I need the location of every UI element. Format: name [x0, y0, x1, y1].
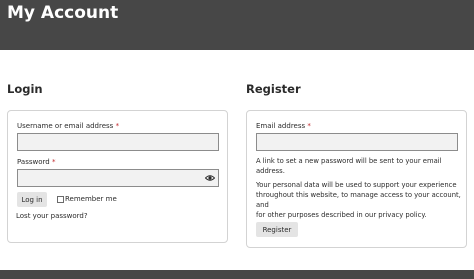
email-input[interactable] [256, 133, 458, 151]
privacy-line: throughout this website, to manage acces… [256, 191, 461, 209]
login-button[interactable]: Log in [17, 192, 47, 207]
privacy-line: for other purposes described in our priv… [256, 211, 427, 219]
register-heading: Register [246, 82, 301, 96]
login-form: Username or email address * Password * L… [7, 110, 228, 243]
register-form: Email address * A link to set a new pass… [246, 110, 467, 248]
privacy-line: Your personal data will be used to suppo… [256, 181, 457, 189]
site-header: My Account [0, 0, 474, 50]
email-label: Email address * [256, 122, 311, 130]
page-title: My Account [7, 3, 119, 23]
login-heading: Login [7, 82, 43, 96]
username-input[interactable] [17, 133, 219, 151]
remember-me-label[interactable]: Remember me [65, 195, 117, 203]
remember-me-checkbox[interactable] [57, 196, 64, 203]
password-input[interactable] [17, 169, 219, 187]
password-note: A link to set a new password will be sen… [256, 157, 442, 175]
password-label: Password * [17, 158, 56, 166]
required-marker: * [51, 158, 56, 166]
privacy-text: Your personal data will be used to suppo… [256, 180, 466, 220]
username-label: Username or email address * [17, 122, 120, 130]
eye-icon[interactable] [205, 174, 215, 182]
required-marker: * [307, 122, 311, 130]
register-button[interactable]: Register [256, 222, 298, 237]
lost-password-link[interactable]: Lost your password? [16, 212, 88, 220]
footer-bar [0, 270, 474, 279]
required-marker: * [115, 122, 120, 130]
